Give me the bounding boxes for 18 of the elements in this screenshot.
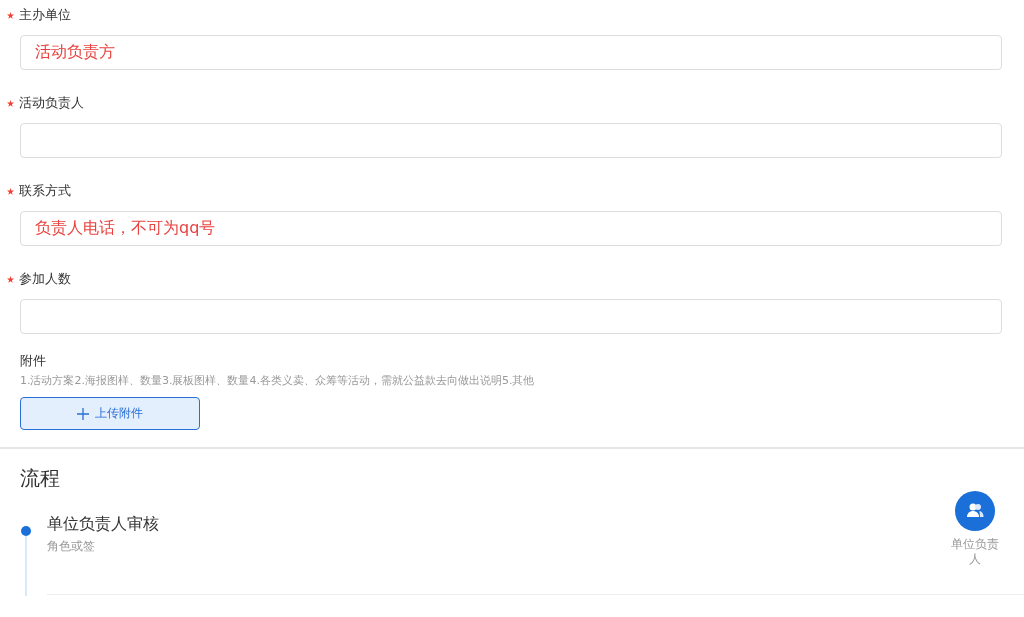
field-label: 主办单位 bbox=[19, 6, 71, 24]
plus-icon bbox=[77, 407, 89, 420]
input-field[interactable]: 活动负责方 bbox=[20, 35, 1002, 70]
step-title: 单位负责人审核 bbox=[47, 514, 159, 535]
input-field[interactable] bbox=[20, 123, 1002, 158]
field-label: 联系方式 bbox=[19, 182, 71, 200]
step-subtitle: 角色或签 bbox=[47, 538, 96, 555]
attachment-hint: 1.活动方案2.海报图样、数量3.展板图样、数量4.各类义卖、众筹等活动，需就公益款去向做出说明5.其他 bbox=[20, 373, 536, 388]
user-group-icon bbox=[955, 491, 995, 531]
field-label: 附件 bbox=[20, 352, 46, 370]
approver-name: 单位负责人 bbox=[950, 537, 1000, 567]
input-field[interactable]: 负责人电话，不可为qq号 bbox=[20, 211, 1002, 246]
upload-button[interactable]: 上传附件 bbox=[20, 397, 200, 430]
step-dot bbox=[21, 526, 31, 536]
input-field[interactable] bbox=[20, 299, 1002, 334]
field-label: 活动负责人 bbox=[19, 94, 84, 112]
section-title: 流程 bbox=[20, 465, 61, 492]
field-label: 参加人数 bbox=[19, 270, 71, 288]
